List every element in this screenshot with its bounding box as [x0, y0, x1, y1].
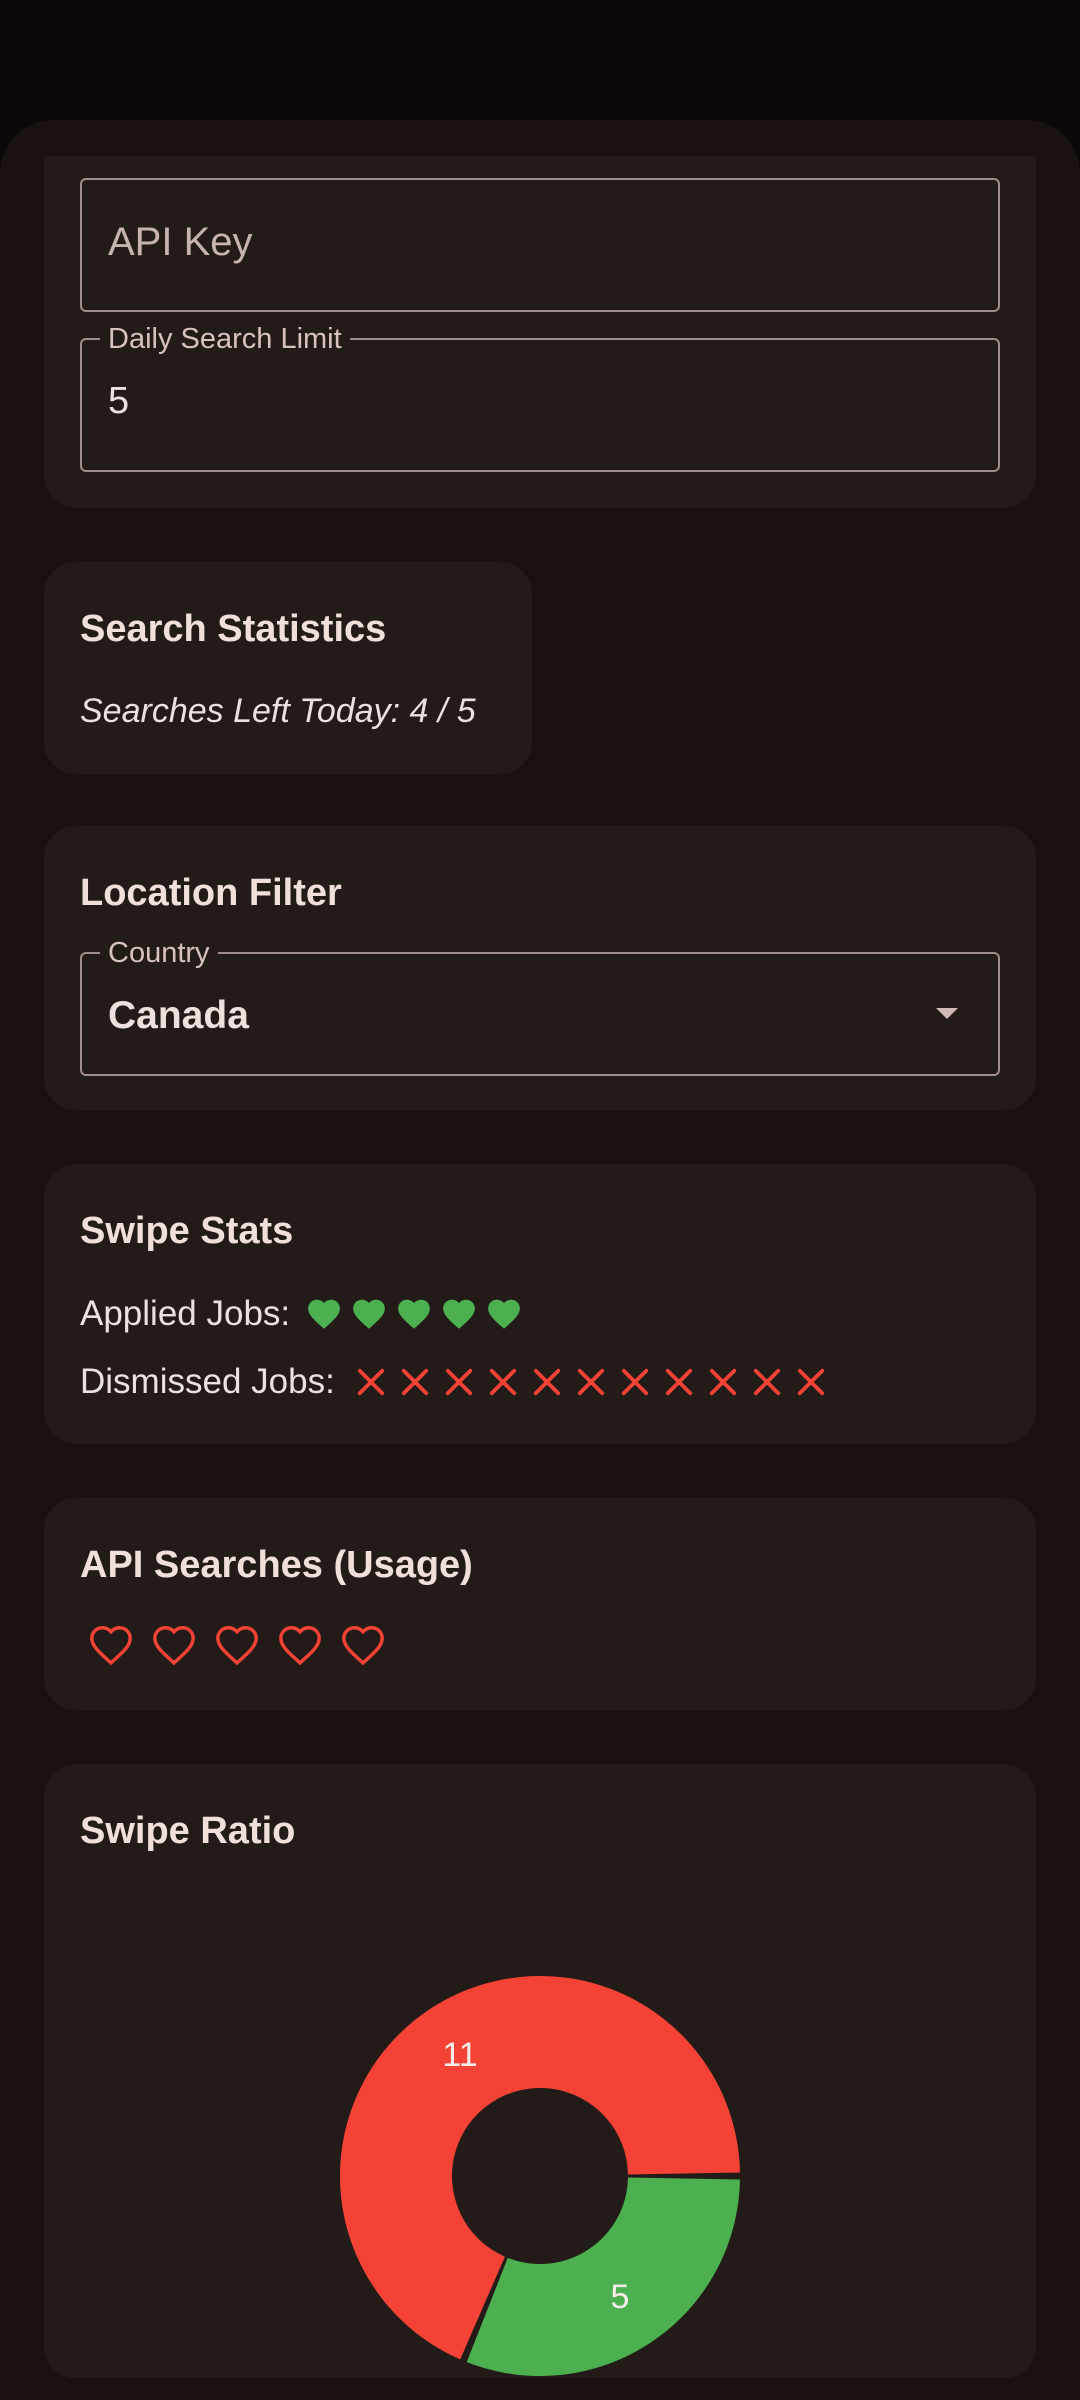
- swipe-stats-title: Swipe Stats: [80, 1210, 294, 1252]
- heart-filled-icon: [353, 1299, 385, 1329]
- daily-search-limit-label: Daily Search Limit: [100, 322, 350, 356]
- searches-left-text: Searches Left Today: 4 / 5: [80, 692, 476, 730]
- swipe-ratio-donut-chart: 11 5: [340, 1976, 740, 2376]
- close-icon: [489, 1368, 516, 1396]
- daily-search-limit-value: 5: [108, 380, 130, 422]
- close-icon: [753, 1368, 780, 1396]
- donut-slice-applied: [466, 2177, 740, 2376]
- dismissed-jobs-row: Dismissed Jobs:: [80, 1358, 833, 1406]
- applied-jobs-label: Applied Jobs:: [80, 1294, 291, 1333]
- close-icon: [577, 1368, 604, 1396]
- heart-outline-icon: [342, 1626, 384, 1666]
- heart-filled-icon: [488, 1299, 520, 1329]
- location-filter-card: Location Filter Country Canada: [44, 826, 1036, 1110]
- api-key-input[interactable]: API Key: [80, 178, 1000, 312]
- dismissed-jobs-icons: [349, 1367, 833, 1397]
- search-statistics-title: Search Statistics: [80, 608, 387, 650]
- location-filter-title: Location Filter: [80, 872, 342, 914]
- close-icon: [621, 1368, 648, 1396]
- heart-outline-icon: [90, 1626, 132, 1666]
- close-icon: [533, 1368, 560, 1396]
- close-icon: [709, 1368, 736, 1396]
- close-icon: [357, 1368, 384, 1396]
- dropdown-arrow-icon[interactable]: [936, 1008, 958, 1019]
- api-usage-hearts: [86, 1622, 401, 1668]
- api-usage-card: API Searches (Usage): [44, 1498, 1036, 1710]
- heart-filled-icon: [398, 1299, 430, 1329]
- close-icon: [445, 1368, 472, 1396]
- heart-outline-icon: [279, 1626, 321, 1666]
- country-dropdown[interactable]: Country Canada: [80, 936, 1000, 1076]
- applied-jobs-icons: [304, 1295, 529, 1333]
- api-settings-card: API Key Daily Search Limit 5: [44, 156, 1036, 508]
- heart-outline-icon: [153, 1626, 195, 1666]
- swipe-stats-card: Swipe Stats Applied Jobs: Dismissed Jobs…: [44, 1164, 1036, 1444]
- country-value: Canada: [108, 994, 249, 1037]
- heart-filled-icon: [308, 1299, 340, 1329]
- close-icon: [797, 1368, 824, 1396]
- search-statistics-card: Search Statistics Searches Left Today: 4…: [44, 562, 532, 774]
- country-label: Country: [100, 936, 218, 970]
- api-key-placeholder: API Key: [108, 220, 253, 264]
- bottom-sheet: API Key Daily Search Limit 5 Search Stat…: [0, 120, 1080, 2400]
- api-usage-title: API Searches (Usage): [80, 1544, 473, 1586]
- heart-filled-icon: [443, 1299, 475, 1329]
- dismissed-jobs-label: Dismissed Jobs:: [80, 1362, 335, 1401]
- donut-label-applied: 5: [611, 2278, 630, 2316]
- daily-search-limit-input[interactable]: Daily Search Limit 5: [80, 322, 1000, 472]
- applied-jobs-row: Applied Jobs:: [80, 1290, 529, 1338]
- swipe-ratio-card: Swipe Ratio 11 5: [44, 1764, 1036, 2378]
- close-icon: [401, 1368, 428, 1396]
- donut-label-dismissed: 11: [442, 2036, 477, 2074]
- close-icon: [665, 1368, 692, 1396]
- heart-outline-icon: [216, 1626, 258, 1666]
